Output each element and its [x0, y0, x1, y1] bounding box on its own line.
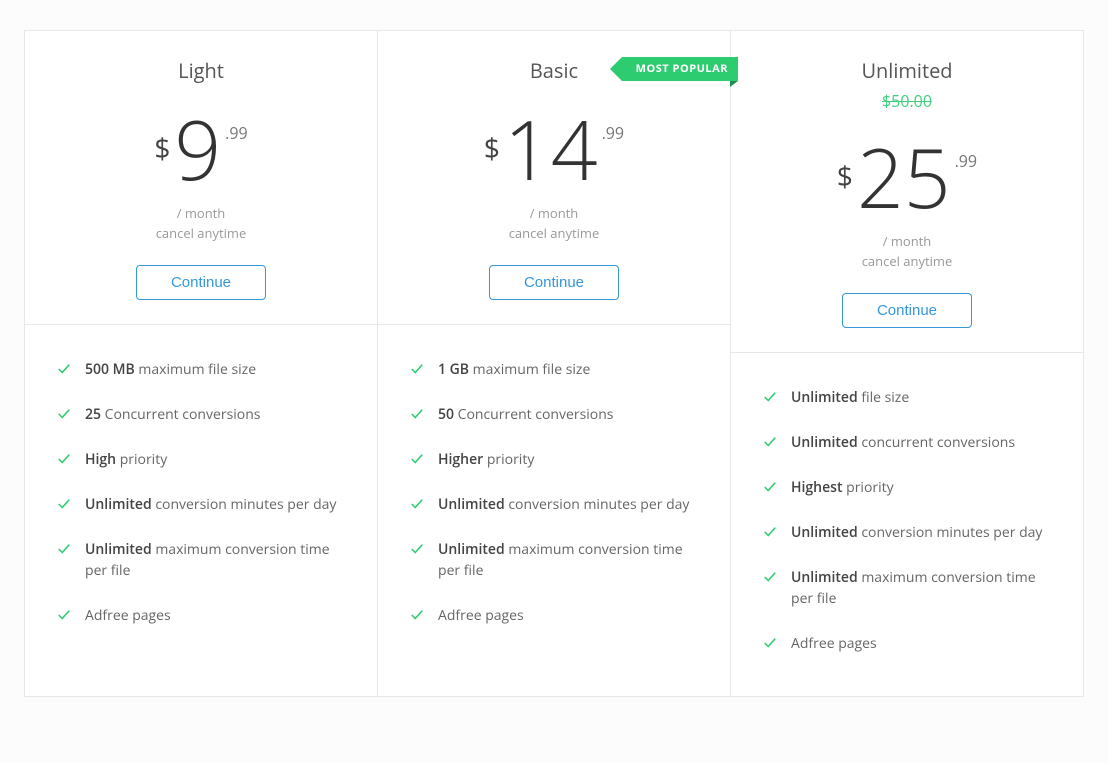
check-icon — [763, 480, 777, 494]
check-icon — [410, 608, 424, 622]
feature-item: Higher priority — [410, 439, 698, 484]
price: $ 14 .99 — [398, 108, 710, 190]
check-icon — [763, 390, 777, 404]
check-icon — [57, 497, 71, 511]
feature-item: Unlimited file size — [763, 377, 1051, 422]
feature-text: High priority — [85, 449, 167, 470]
feature-item: Adfree pages — [763, 623, 1051, 668]
price: $ 25 .99 — [751, 136, 1063, 218]
billing-period: / month cancel anytime — [45, 204, 357, 243]
check-icon — [763, 636, 777, 650]
feature-text: Unlimited concurrent conversions — [791, 432, 1015, 453]
cancel-anytime-label: cancel anytime — [862, 252, 953, 270]
currency-symbol: $ — [484, 130, 500, 168]
check-icon — [57, 407, 71, 421]
check-icon — [57, 608, 71, 622]
cancel-anytime-label: cancel anytime — [156, 224, 247, 242]
feature-text: Adfree pages — [438, 605, 524, 626]
price: $ 9 .99 — [45, 108, 357, 190]
cancel-anytime-label: cancel anytime — [509, 224, 600, 242]
feature-item: Unlimited maximum conversion time per fi… — [410, 529, 698, 595]
feature-text: Highest priority — [791, 477, 894, 498]
feature-item: Adfree pages — [410, 595, 698, 640]
check-icon — [763, 435, 777, 449]
feature-item: Unlimited maximum conversion time per fi… — [763, 557, 1051, 623]
check-icon — [57, 362, 71, 376]
check-icon — [763, 525, 777, 539]
continue-button[interactable]: Continue — [842, 293, 972, 328]
pricing-table: Light $ 9 .99 / month cancel anytime Con… — [24, 30, 1084, 697]
feature-text: Unlimited conversion minutes per day — [438, 494, 689, 515]
feature-text: Unlimited conversion minutes per day — [85, 494, 336, 515]
check-icon — [57, 452, 71, 466]
price-dollars: 9 — [174, 108, 221, 190]
check-icon — [57, 542, 71, 556]
plan-name: Light — [45, 57, 357, 84]
currency-symbol: $ — [837, 158, 853, 196]
feature-list: Unlimited file size Unlimited concurrent… — [731, 353, 1083, 696]
check-icon — [410, 452, 424, 466]
feature-text: 1 GB maximum file size — [438, 359, 590, 380]
continue-button[interactable]: Continue — [489, 265, 619, 300]
feature-list: 1 GB maximum file size 50 Concurrent con… — [378, 325, 730, 668]
per-month-label: / month — [883, 232, 932, 250]
check-icon — [410, 362, 424, 376]
feature-item: Unlimited conversion minutes per day — [57, 484, 345, 529]
per-month-label: / month — [530, 204, 579, 222]
plan-name: Unlimited — [751, 57, 1063, 84]
feature-item: Unlimited maximum conversion time per fi… — [57, 529, 345, 595]
feature-text: Higher priority — [438, 449, 534, 470]
plan-header: Light $ 9 .99 / month cancel anytime Con… — [25, 31, 377, 325]
feature-list: 500 MB maximum file size 25 Concurrent c… — [25, 325, 377, 668]
continue-button[interactable]: Continue — [136, 265, 266, 300]
feature-item: 1 GB maximum file size — [410, 349, 698, 394]
feature-item: Adfree pages — [57, 595, 345, 640]
check-icon — [763, 570, 777, 584]
plan-unlimited: Unlimited $50.00 $ 25 .99 / month cancel… — [731, 31, 1083, 696]
billing-period: / month cancel anytime — [751, 232, 1063, 271]
plan-light: Light $ 9 .99 / month cancel anytime Con… — [25, 31, 378, 696]
plan-basic: MOST POPULAR Basic $ 14 .99 / month canc… — [378, 31, 731, 696]
feature-text: Unlimited conversion minutes per day — [791, 522, 1042, 543]
feature-text: Unlimited maximum conversion time per fi… — [438, 539, 698, 581]
feature-text: 25 Concurrent conversions — [85, 404, 260, 425]
strike-price: $50.00 — [751, 90, 1063, 112]
feature-item: 25 Concurrent conversions — [57, 394, 345, 439]
per-month-label: / month — [177, 204, 226, 222]
feature-text: 500 MB maximum file size — [85, 359, 256, 380]
feature-item: Highest priority — [763, 467, 1051, 512]
feature-text: Unlimited maximum conversion time per fi… — [85, 539, 345, 581]
feature-text: 50 Concurrent conversions — [438, 404, 613, 425]
feature-text: Adfree pages — [791, 633, 877, 654]
feature-item: Unlimited conversion minutes per day — [763, 512, 1051, 557]
feature-item: 500 MB maximum file size — [57, 349, 345, 394]
price-cents: .99 — [602, 122, 625, 144]
feature-text: Unlimited maximum conversion time per fi… — [791, 567, 1051, 609]
price-cents: .99 — [225, 122, 248, 144]
feature-text: Unlimited file size — [791, 387, 909, 408]
billing-period: / month cancel anytime — [398, 204, 710, 243]
check-icon — [410, 542, 424, 556]
check-icon — [410, 497, 424, 511]
price-dollars: 25 — [857, 136, 951, 218]
feature-item: 50 Concurrent conversions — [410, 394, 698, 439]
feature-item: High priority — [57, 439, 345, 484]
price-cents: .99 — [955, 150, 978, 172]
check-icon — [410, 407, 424, 421]
plan-header: Unlimited $50.00 $ 25 .99 / month cancel… — [731, 31, 1083, 353]
feature-text: Adfree pages — [85, 605, 171, 626]
most-popular-badge: MOST POPULAR — [622, 57, 738, 81]
feature-item: Unlimited conversion minutes per day — [410, 484, 698, 529]
currency-symbol: $ — [154, 130, 170, 168]
feature-item: Unlimited concurrent conversions — [763, 422, 1051, 467]
price-dollars: 14 — [504, 108, 598, 190]
